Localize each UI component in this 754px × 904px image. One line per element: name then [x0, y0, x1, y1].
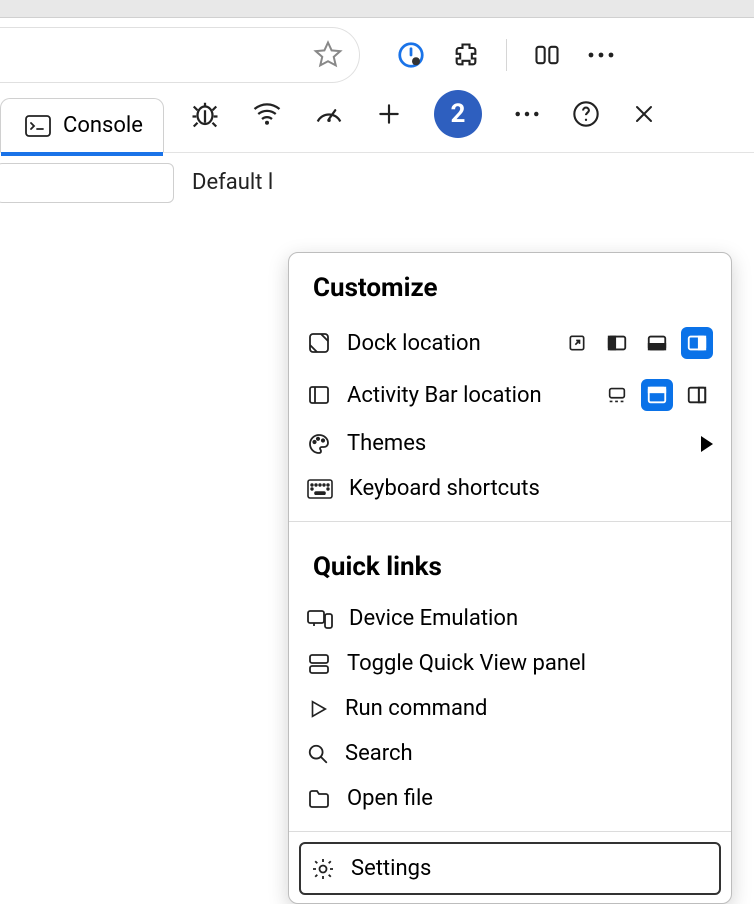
dock-location-row[interactable]: Dock location [289, 317, 731, 369]
close-icon[interactable] [632, 102, 656, 126]
activity-bar-label: Activity Bar location [347, 383, 542, 408]
customize-heading: Customize [289, 253, 731, 317]
console-subrow: Default l [0, 152, 754, 212]
dropdown-separator-2 [289, 831, 731, 832]
log-levels-label[interactable]: Default l [192, 170, 273, 195]
gear-icon [311, 857, 335, 881]
keyboard-shortcuts-row[interactable]: Keyboard shortcuts [289, 466, 731, 511]
search-label: Search [345, 741, 413, 766]
window-chrome [0, 0, 754, 18]
dock-location-label: Dock location [347, 331, 481, 356]
activity-vertical-option[interactable] [681, 379, 713, 411]
search-icon [307, 743, 329, 765]
device-emulation-row[interactable]: Device Emulation [289, 596, 731, 641]
dropdown-separator [289, 521, 731, 522]
bug-icon[interactable] [190, 99, 220, 129]
warnings-badge-count: 2 [450, 99, 465, 129]
settings-label: Settings [351, 856, 431, 881]
settings-row[interactable]: Settings [299, 842, 721, 895]
search-row[interactable]: Search [289, 731, 731, 776]
add-tab-icon[interactable] [376, 101, 402, 127]
themes-row[interactable]: Themes [289, 421, 731, 466]
tab-console[interactable]: Console [0, 98, 164, 152]
split-screen-icon[interactable] [533, 41, 561, 69]
panel-icon [307, 652, 331, 676]
dock-icon [307, 331, 331, 355]
warnings-badge[interactable]: 2 [434, 90, 482, 138]
dock-bottom-option[interactable] [641, 327, 673, 359]
address-bar-fragment[interactable] [0, 27, 360, 83]
dock-left-option[interactable] [601, 327, 633, 359]
customize-dropdown: Customize Dock location [288, 252, 732, 904]
dock-undock-option[interactable] [561, 327, 593, 359]
open-file-row[interactable]: Open file [289, 776, 731, 821]
performance-icon[interactable] [314, 101, 344, 127]
devtools-area: Console 2 [0, 92, 754, 212]
dock-right-option[interactable] [681, 327, 713, 359]
submenu-arrow-icon [701, 436, 713, 452]
more-icon[interactable] [587, 51, 615, 59]
console-icon [25, 115, 51, 137]
toolbar-separator [506, 39, 507, 71]
shield-lock-icon[interactable] [396, 40, 426, 70]
toggle-quick-view-label: Toggle Quick View panel [347, 651, 586, 676]
help-icon[interactable] [572, 100, 600, 128]
activity-bar-row[interactable]: Activity Bar location [289, 369, 731, 421]
activity-horizontal-option[interactable] [601, 379, 633, 411]
quick-links-heading: Quick links [289, 532, 731, 596]
activity-bar-icon [307, 383, 331, 407]
star-icon[interactable] [313, 40, 343, 70]
device-emulation-label: Device Emulation [349, 606, 518, 631]
keyboard-shortcuts-label: Keyboard shortcuts [349, 476, 540, 501]
palette-icon [307, 432, 331, 456]
activity-default-option[interactable] [641, 379, 673, 411]
run-command-label: Run command [345, 696, 487, 721]
extensions-icon[interactable] [452, 41, 480, 69]
play-icon [307, 698, 329, 720]
devtools-more-icon[interactable] [514, 110, 540, 118]
toggle-quick-view-row[interactable]: Toggle Quick View panel [289, 641, 731, 686]
devices-icon [307, 608, 333, 630]
run-command-row[interactable]: Run command [289, 686, 731, 731]
keyboard-icon [307, 479, 333, 499]
devtools-tab-row: Console 2 [0, 92, 754, 152]
themes-label: Themes [347, 431, 426, 456]
tab-console-label: Console [63, 113, 143, 138]
browser-toolbar [0, 18, 754, 92]
folder-icon [307, 788, 331, 810]
wifi-icon[interactable] [252, 101, 282, 127]
open-file-label: Open file [347, 786, 433, 811]
filter-input[interactable] [0, 163, 174, 203]
